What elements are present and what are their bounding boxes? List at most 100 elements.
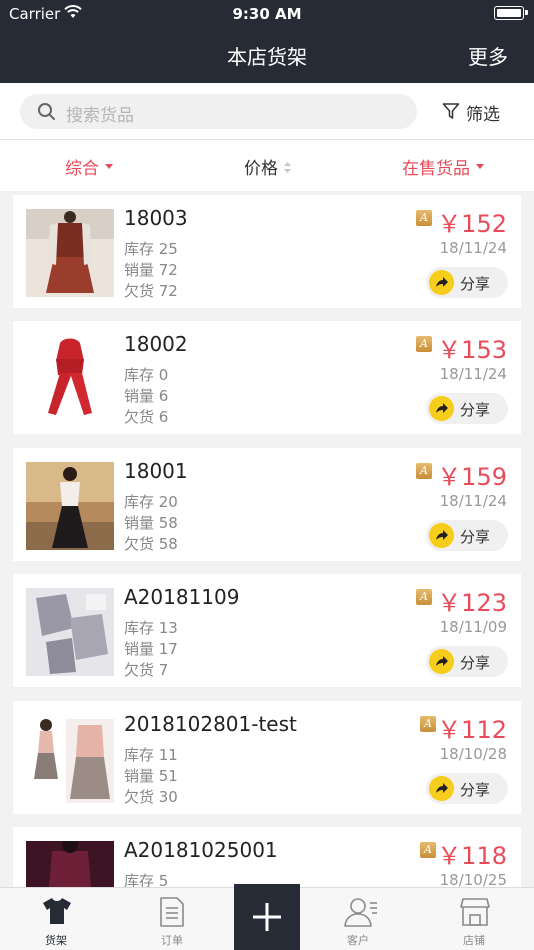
sales-label: 销量 17 xyxy=(124,640,178,658)
product-name: 18002 xyxy=(124,332,188,356)
product-date: 18/11/24 xyxy=(439,492,507,510)
product-card[interactable]: A20181025001 库存 5 A ￥118 18/10/25 xyxy=(13,827,521,887)
stock-label: 库存 25 xyxy=(124,240,178,258)
tab-customers-label: 客户 xyxy=(347,934,369,947)
grade-badge: A xyxy=(416,463,432,479)
caret-down-icon xyxy=(105,164,113,169)
tab-orders[interactable]: 订单 xyxy=(132,888,212,950)
search-placeholder: 搜索货品 xyxy=(66,106,134,126)
grade-badge: A xyxy=(416,589,432,605)
stock-label: 库存 13 xyxy=(124,619,178,637)
product-thumbnail xyxy=(26,462,114,550)
document-icon xyxy=(160,897,184,927)
product-price: ￥152 xyxy=(437,210,507,238)
owed-label: 欠货 6 xyxy=(124,408,169,426)
tab-shop-label: 店铺 xyxy=(463,934,485,947)
sort-composite-label: 综合 xyxy=(65,159,99,179)
product-thumbnail xyxy=(26,715,114,803)
product-name: 2018102801-test xyxy=(124,712,297,736)
owed-label: 欠货 58 xyxy=(124,535,178,553)
stock-label: 库存 20 xyxy=(124,493,178,511)
sales-label: 销量 51 xyxy=(124,767,178,785)
share-label: 分享 xyxy=(460,528,491,546)
stock-label: 库存 11 xyxy=(124,746,178,764)
sales-label: 销量 58 xyxy=(124,514,178,532)
share-icon xyxy=(429,649,454,674)
more-button[interactable]: 更多 xyxy=(468,41,508,70)
share-icon xyxy=(429,776,454,801)
product-price: ￥159 xyxy=(437,463,507,491)
grade-badge: A xyxy=(420,842,436,858)
share-label: 分享 xyxy=(460,654,491,672)
sort-on-sale[interactable]: 在售货品 xyxy=(402,154,484,179)
filter-icon xyxy=(442,103,460,119)
sort-composite[interactable]: 综合 xyxy=(65,154,113,179)
stock-label: 库存 0 xyxy=(124,366,169,384)
status-bar: Carrier 9:30 AM xyxy=(0,0,534,28)
tab-goods[interactable]: 货架 xyxy=(16,888,96,950)
product-date: 18/11/24 xyxy=(439,239,507,257)
search-input[interactable]: 搜索货品 xyxy=(20,94,417,129)
product-thumbnail xyxy=(26,588,114,676)
product-card[interactable]: 18002 库存 0 销量 6 欠货 6 A ￥153 18/11/24 分享 xyxy=(13,321,521,434)
tab-goods-label: 货架 xyxy=(45,934,67,947)
tab-shop[interactable]: 店铺 xyxy=(434,888,514,950)
filter-button[interactable]: 筛选 xyxy=(442,100,500,125)
share-button[interactable]: 分享 xyxy=(426,520,508,551)
product-price: ￥118 xyxy=(437,842,507,870)
product-date: 18/11/24 xyxy=(439,365,507,383)
add-product-button[interactable] xyxy=(234,884,300,950)
sort-on-sale-label: 在售货品 xyxy=(402,159,470,179)
plus-icon xyxy=(253,903,281,931)
product-card[interactable]: 18003 库存 25 销量 72 欠货 72 A ￥152 18/11/24 … xyxy=(13,195,521,308)
caret-down-icon xyxy=(476,164,484,169)
product-name: A20181025001 xyxy=(124,838,278,862)
share-icon xyxy=(429,270,454,295)
product-card[interactable]: 2018102801-test 库存 11 销量 51 欠货 30 A ￥112… xyxy=(13,701,521,814)
page-title: 本店货架 xyxy=(227,45,307,69)
product-card[interactable]: A20181109 库存 13 销量 17 欠货 7 A ￥123 18/11/… xyxy=(13,574,521,687)
search-icon xyxy=(38,103,55,120)
product-price: ￥123 xyxy=(437,589,507,617)
product-name: 18001 xyxy=(124,459,188,483)
battery-icon xyxy=(494,6,528,20)
sales-label: 销量 6 xyxy=(124,387,169,405)
sort-arrows-icon xyxy=(284,161,291,173)
share-button[interactable]: 分享 xyxy=(426,267,508,298)
customer-icon xyxy=(344,898,377,927)
product-card[interactable]: 18001 库存 20 销量 58 欠货 58 A ￥159 18/11/24 … xyxy=(13,448,521,561)
product-date: 18/10/25 xyxy=(439,871,507,887)
navigation-bar: Carrier 9:30 AM 本店货架 更多 xyxy=(0,0,534,83)
product-list: 18003 库存 25 销量 72 欠货 72 A ￥152 18/11/24 … xyxy=(0,191,534,887)
product-name: A20181109 xyxy=(124,585,240,609)
share-icon xyxy=(429,523,454,548)
search-bar: 搜索货品 筛选 xyxy=(0,83,534,140)
product-date: 18/10/28 xyxy=(439,745,507,763)
grade-badge: A xyxy=(416,210,432,226)
share-icon xyxy=(429,396,454,421)
share-label: 分享 xyxy=(460,275,491,293)
share-button[interactable]: 分享 xyxy=(426,773,508,804)
tab-customers[interactable]: 客户 xyxy=(318,888,398,950)
sort-price[interactable]: 价格 xyxy=(244,154,291,179)
share-button[interactable]: 分享 xyxy=(426,646,508,677)
share-label: 分享 xyxy=(460,401,491,419)
product-date: 18/11/09 xyxy=(439,618,507,636)
filter-label: 筛选 xyxy=(466,105,500,125)
grade-badge: A xyxy=(420,716,436,732)
grade-badge: A xyxy=(416,336,432,352)
product-name: 18003 xyxy=(124,206,188,230)
tab-orders-label: 订单 xyxy=(161,934,183,947)
share-label: 分享 xyxy=(460,781,491,799)
product-thumbnail xyxy=(26,209,114,297)
product-price: ￥153 xyxy=(437,336,507,364)
product-price: ￥112 xyxy=(437,716,507,744)
owed-label: 欠货 72 xyxy=(124,282,178,300)
tshirt-icon xyxy=(43,898,71,924)
sort-bar: 综合 价格 在售货品 xyxy=(0,140,534,191)
owed-label: 欠货 7 xyxy=(124,661,169,679)
share-button[interactable]: 分享 xyxy=(426,393,508,424)
sort-price-label: 价格 xyxy=(244,159,278,179)
owed-label: 欠货 30 xyxy=(124,788,178,806)
clock: 9:30 AM xyxy=(232,5,302,23)
